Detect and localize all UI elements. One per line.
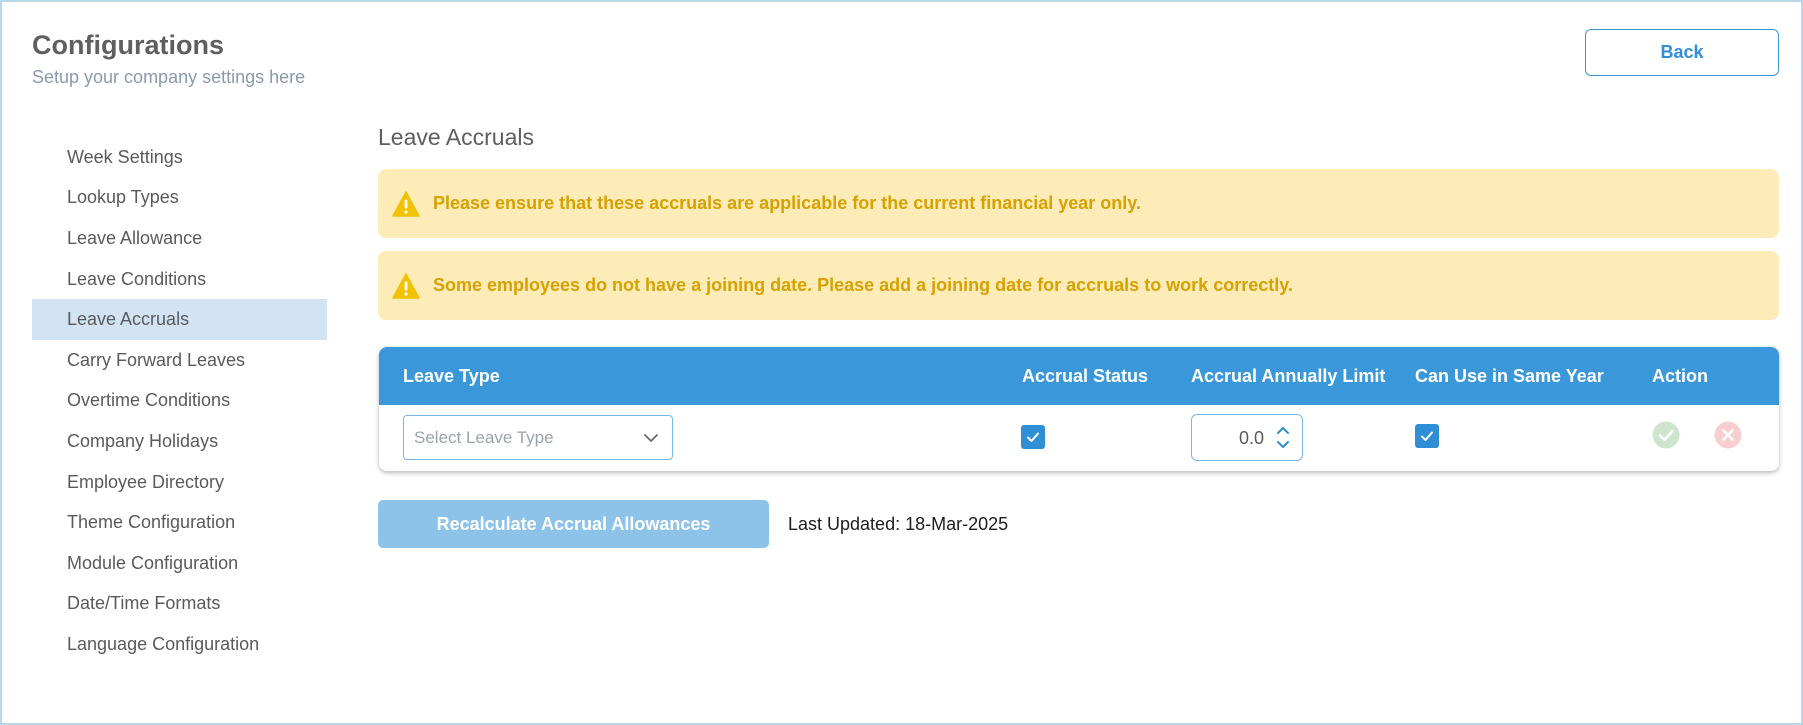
checkmark-icon bbox=[1027, 432, 1039, 442]
leave-type-placeholder: Select Leave Type bbox=[414, 427, 554, 447]
page-title: Configurations bbox=[32, 30, 224, 60]
sidebar-item-lookup-types[interactable]: Lookup Types bbox=[32, 178, 327, 219]
same-year-checkbox[interactable] bbox=[1415, 424, 1439, 448]
recalculate-accrual-allowances-button[interactable]: Recalculate Accrual Allowances bbox=[378, 500, 769, 548]
section-title: Leave Accruals bbox=[378, 124, 534, 150]
column-header-leave-type: Leave Type bbox=[403, 365, 500, 386]
app-window: Configurations Setup your company settin… bbox=[0, 0, 1803, 725]
sidebar-item-label: Employee Directory bbox=[67, 471, 225, 492]
financial-year-alert: Please ensure that these accruals are ap… bbox=[378, 169, 1779, 238]
sidebar-item-label: Leave Allowance bbox=[67, 227, 203, 248]
checkmark-icon bbox=[1421, 431, 1433, 441]
leave-type-select[interactable]: Select Leave Type bbox=[403, 415, 673, 460]
sidebar-item-label: Company Holidays bbox=[67, 430, 219, 451]
close-circle-icon[interactable] bbox=[1714, 421, 1742, 449]
sidebar-item-theme-configuration[interactable]: Theme Configuration bbox=[32, 502, 327, 543]
settings-sidebar: Week Settings Lookup Types Leave Allowan… bbox=[32, 137, 327, 665]
warning-icon bbox=[392, 190, 420, 217]
sidebar-item-label: Carry Forward Leaves bbox=[67, 349, 246, 370]
accrual-status-checkbox[interactable] bbox=[1021, 425, 1045, 449]
page-subtitle: Setup your company settings here bbox=[32, 67, 306, 87]
sidebar-item-week-settings[interactable]: Week Settings bbox=[32, 137, 327, 178]
sidebar-item-company-holidays[interactable]: Company Holidays bbox=[32, 421, 327, 462]
check-circle-icon[interactable] bbox=[1652, 421, 1680, 449]
alert-message: Please ensure that these accruals are ap… bbox=[433, 193, 1141, 213]
annual-limit-input[interactable]: 0.0 bbox=[1191, 414, 1303, 461]
decrement-arrow-icon[interactable] bbox=[1276, 440, 1290, 450]
sidebar-item-label: Leave Conditions bbox=[67, 268, 207, 289]
annual-limit-value: 0.0 bbox=[1238, 428, 1264, 448]
sidebar-item-leave-accruals[interactable]: Leave Accruals bbox=[32, 299, 327, 340]
sidebar-item-overtime-conditions[interactable]: Overtime Conditions bbox=[32, 381, 327, 422]
sidebar-item-label: Language Configuration bbox=[67, 633, 260, 654]
increment-arrow-icon[interactable] bbox=[1276, 425, 1290, 435]
column-header-action: Action bbox=[1652, 365, 1708, 386]
sidebar-item-label: Leave Accruals bbox=[67, 309, 190, 330]
sidebar-item-label: Week Settings bbox=[67, 146, 183, 167]
sidebar-item-language-configuration[interactable]: Language Configuration bbox=[32, 624, 327, 665]
back-button[interactable]: Back bbox=[1585, 29, 1779, 76]
leave-accruals-table: Leave Type Accrual Status Accrual Annual… bbox=[379, 347, 1779, 471]
joining-date-alert: Some employees do not have a joining dat… bbox=[378, 251, 1779, 320]
sidebar-item-employee-directory[interactable]: Employee Directory bbox=[32, 462, 327, 503]
warning-icon bbox=[392, 272, 420, 299]
sidebar-item-carry-forward-leaves[interactable]: Carry Forward Leaves bbox=[32, 340, 327, 381]
column-header-accrual-status: Accrual Status bbox=[1022, 365, 1149, 386]
sidebar-item-module-configuration[interactable]: Module Configuration bbox=[32, 543, 327, 584]
sidebar-item-label: Theme Configuration bbox=[67, 512, 236, 533]
sidebar-item-label: Module Configuration bbox=[67, 552, 239, 573]
table-header: Leave Type Accrual Status Accrual Annual… bbox=[379, 347, 1779, 405]
alert-message: Some employees do not have a joining dat… bbox=[433, 275, 1293, 295]
sidebar-item-label: Lookup Types bbox=[67, 187, 179, 208]
sidebar-item-leave-conditions[interactable]: Leave Conditions bbox=[32, 259, 327, 300]
sidebar-item-label: Overtime Conditions bbox=[67, 390, 231, 411]
column-header-accrual-annually-limit: Accrual Annually Limit bbox=[1191, 365, 1386, 386]
last-updated-text: Last Updated: 18-Mar-2025 bbox=[788, 514, 1009, 534]
chevron-down-icon bbox=[644, 434, 658, 442]
sidebar-item-label: Date/Time Formats bbox=[67, 593, 221, 614]
sidebar-item-date-time-formats[interactable]: Date/Time Formats bbox=[32, 584, 327, 625]
sidebar-item-leave-allowance[interactable]: Leave Allowance bbox=[32, 218, 327, 259]
column-header-can-use-same-year: Can Use in Same Year bbox=[1415, 365, 1604, 386]
